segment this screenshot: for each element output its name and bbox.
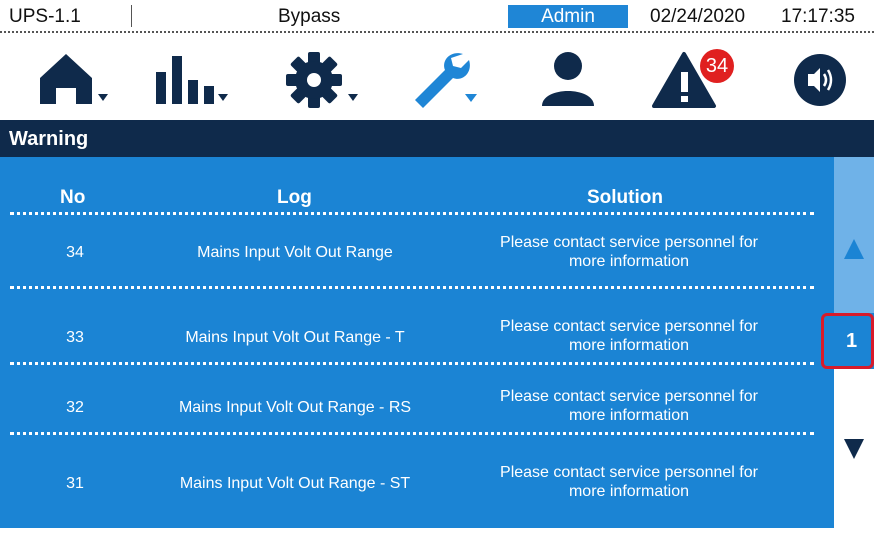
row-log: Mains Input Volt Out Range [197,244,393,261]
triangle-up-icon [844,239,864,259]
solution-line: more information [568,407,690,424]
sound-icon [794,54,846,106]
gear-icon [286,52,358,108]
row-solution: Please contact service personnel for mor… [470,463,788,501]
table-row[interactable]: 34 Mains Input Volt Out Range Please con… [0,219,834,289]
solution-line: Please contact service personnel for [500,234,758,251]
column-header-no: No [60,187,86,208]
row-divider [10,286,814,289]
row-number: 32 [66,399,84,416]
solution-line: Please contact service personnel for [500,464,758,481]
section-header: Warning [0,120,874,157]
operating-mode: Bypass [278,6,341,27]
row-solution: Please contact service personnel for mor… [470,233,788,271]
row-log: Mains Input Volt Out Range - RS [178,399,412,416]
solution-line: Please contact service personnel for [500,318,758,335]
page-up-button[interactable] [834,157,874,313]
row-number: 31 [66,475,84,492]
column-header-log: Log [277,187,312,208]
row-log: Mains Input Volt Out Range - T [185,329,405,346]
row-number: 33 [66,329,84,346]
page-down-button[interactable] [834,369,874,528]
row-log: Mains Input Volt Out Range - ST [179,475,411,492]
maintenance-menu-button[interactable] [405,48,485,112]
unit-name: UPS-1.1 [9,6,81,27]
row-solution: Please contact service personnel for mor… [470,387,788,425]
table-row[interactable]: 32 Mains Input Volt Out Range - RS Pleas… [0,365,834,435]
header-divider [10,212,814,215]
bar-chart-icon [156,56,228,104]
table-row[interactable]: 33 Mains Input Volt Out Range - T Please… [0,295,834,365]
column-header-solution: Solution [587,187,663,208]
status-date: 02/24/2020 [650,6,746,27]
user-icon [542,52,594,106]
warning-log-table: No Log Solution 34 Mains Input Volt Out … [0,157,834,528]
status-divider [131,5,132,27]
page-highlight-frame [821,313,874,369]
solution-line: more information [568,253,690,270]
row-number: 34 [66,244,84,261]
user-role-badge[interactable]: Admin [508,5,628,28]
table-row[interactable]: 31 Mains Input Volt Out Range - ST Pleas… [0,435,834,505]
status-bar: UPS-1.1 Bypass Admin 02/24/2020 17:17:35 [0,0,874,33]
chevron-down-icon [98,94,108,101]
wrench-icon [415,53,477,108]
alarm-count-badge: 34 [700,49,734,83]
page-title: Warning [9,128,89,150]
status-time: 17:17:35 [781,6,855,27]
status-bar-divider [0,31,874,33]
solution-line: Please contact service personnel for [500,388,758,405]
solution-line: more information [568,483,690,500]
settings-menu-button[interactable] [280,48,360,112]
user-menu-button[interactable] [536,48,616,112]
main-toolbar: 34 [0,40,874,118]
measurement-menu-button[interactable] [150,48,230,112]
home-icon [40,54,108,104]
triangle-down-icon [844,439,864,459]
solution-line: more information [568,337,690,354]
sound-button[interactable] [778,48,858,112]
home-menu-button[interactable] [30,48,110,112]
row-solution: Please contact service personnel for mor… [470,317,788,355]
